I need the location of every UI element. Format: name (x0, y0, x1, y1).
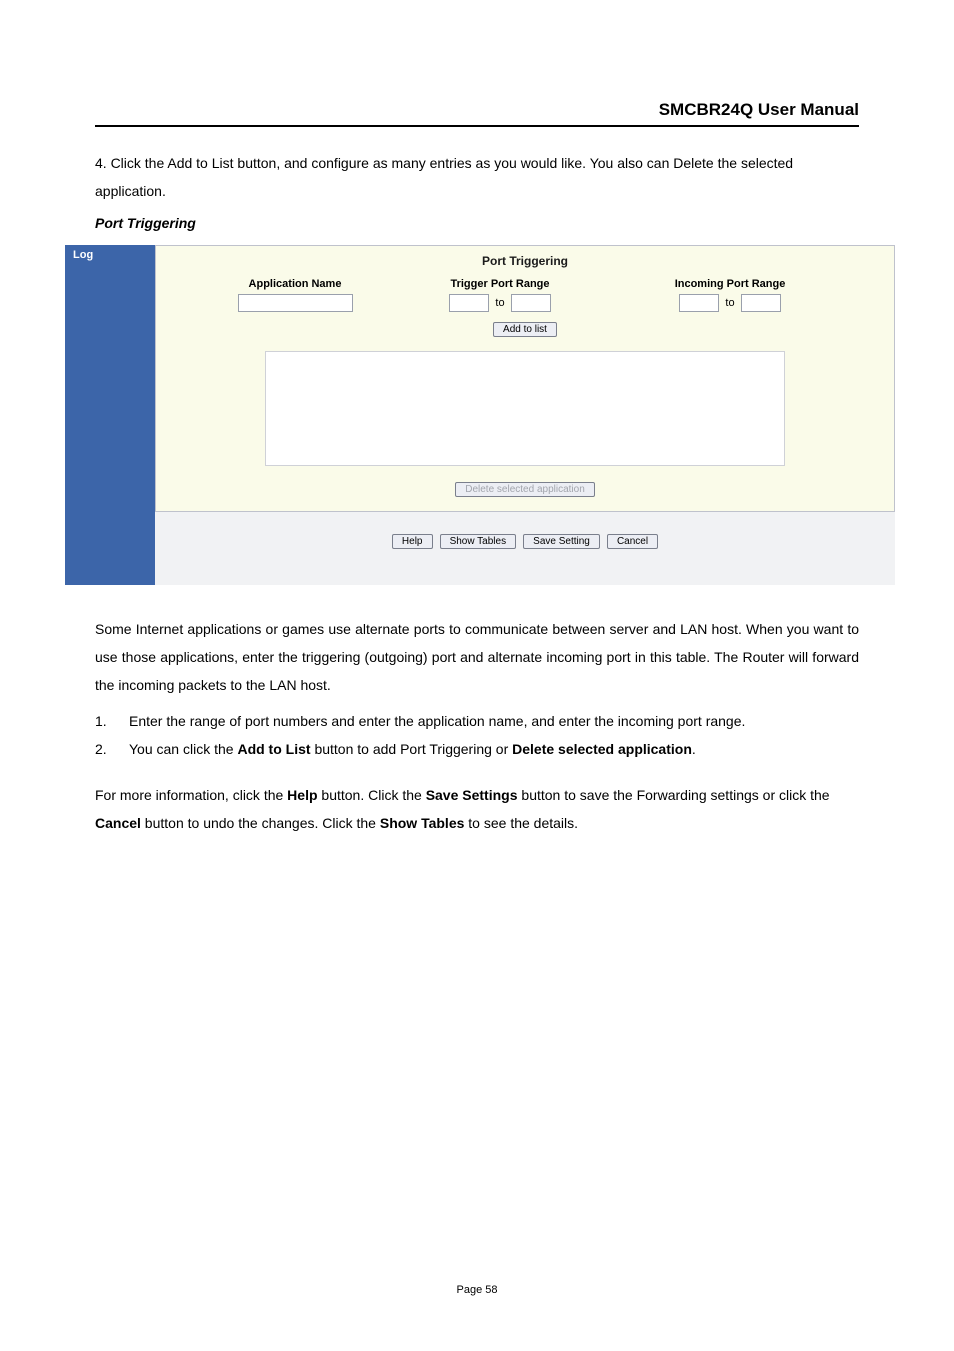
text-frag: button to undo the changes. Click the (141, 815, 380, 831)
text-frag: button to save the Forwarding settings o… (518, 787, 830, 803)
text-frag: to see the details. (464, 815, 578, 831)
bold-help: Help (287, 787, 317, 803)
trigger-port-to-input[interactable] (511, 294, 551, 312)
list-item: 2. You can click the Add to List button … (95, 735, 859, 763)
save-setting-button[interactable]: Save Setting (523, 534, 600, 549)
main-panel: Port Triggering Application Name Trigger… (155, 245, 895, 585)
incoming-port-from-input[interactable] (679, 294, 719, 312)
text-frag: You can click the (129, 741, 237, 757)
steps-list: 1. Enter the range of port numbers and e… (95, 707, 859, 763)
sidebar: Log (65, 245, 155, 585)
trigger-port-from-input[interactable] (449, 294, 489, 312)
list-text: Enter the range of port numbers and ente… (129, 707, 745, 735)
bold-save-settings: Save Settings (426, 787, 518, 803)
page-title: SMCBR24Q User Manual (95, 100, 859, 127)
application-name-input[interactable] (238, 294, 353, 312)
list-number: 1. (95, 707, 129, 735)
bold-add-to-list: Add to List (237, 741, 310, 757)
sidebar-item-log[interactable]: Log (65, 245, 155, 265)
trigger-to-label: to (492, 297, 507, 309)
embedded-screenshot: Log Port Triggering Application Name Tri… (65, 245, 895, 585)
closing-paragraph: For more information, click the Help but… (95, 781, 859, 837)
list-number: 2. (95, 735, 129, 763)
bold-delete-selected: Delete selected application (512, 741, 692, 757)
section-subhead: Port Triggering (95, 215, 859, 231)
text-frag: For more information, click the (95, 787, 287, 803)
add-to-list-button[interactable]: Add to list (493, 322, 557, 337)
description-paragraph: Some Internet applications or games use … (95, 615, 859, 699)
page-number: Page 58 (0, 1284, 954, 1296)
text-frag: button to add Port Triggering or (311, 741, 513, 757)
text-frag: . (692, 741, 696, 757)
col-header-incoming-port-range: Incoming Port Range (645, 278, 815, 290)
bold-cancel: Cancel (95, 815, 141, 831)
delete-selected-application-button[interactable]: Delete selected application (455, 482, 595, 497)
intro-paragraph: 4. Click the Add to List button, and con… (95, 149, 859, 205)
incoming-to-label: to (722, 297, 737, 309)
list-item: 1. Enter the range of port numbers and e… (95, 707, 859, 735)
panel-title: Port Triggering (156, 246, 894, 278)
show-tables-button[interactable]: Show Tables (440, 534, 517, 549)
cancel-button[interactable]: Cancel (607, 534, 658, 549)
application-listbox[interactable] (265, 351, 785, 466)
text-frag: button. Click the (318, 787, 426, 803)
bold-show-tables: Show Tables (380, 815, 465, 831)
intro-text: 4. Click the Add to List button, and con… (95, 155, 793, 199)
help-button[interactable]: Help (392, 534, 433, 549)
list-text: You can click the Add to List button to … (129, 735, 696, 763)
col-header-application-name: Application Name (235, 278, 355, 290)
incoming-port-to-input[interactable] (741, 294, 781, 312)
bottom-button-bar: Help Show Tables Save Setting Cancel (155, 512, 895, 585)
col-header-trigger-port-range: Trigger Port Range (415, 278, 585, 290)
